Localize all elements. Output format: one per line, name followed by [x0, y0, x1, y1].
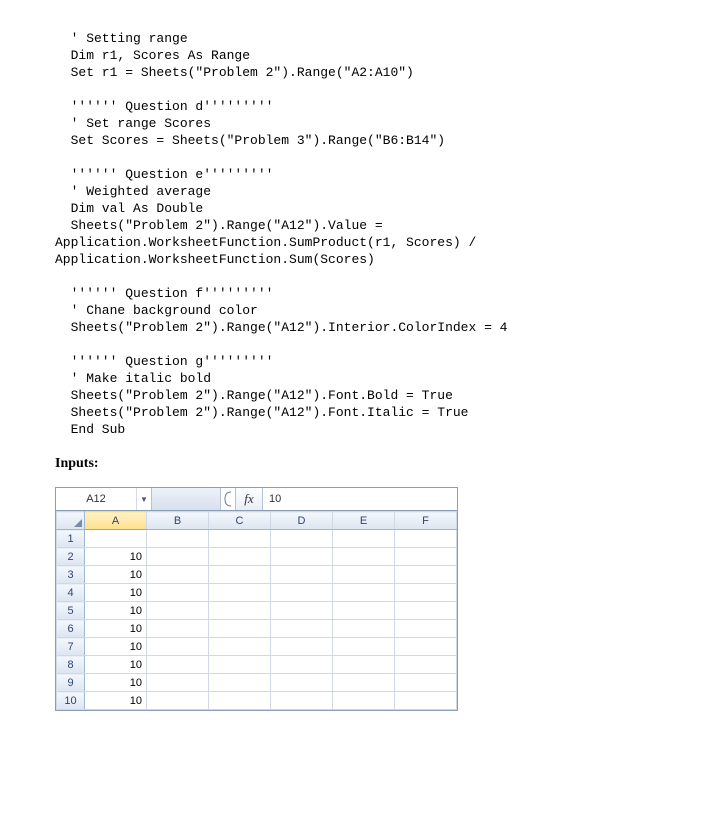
name-box[interactable]: A12 ▼	[56, 488, 152, 510]
inputs-heading: Inputs:	[55, 456, 654, 472]
cell[interactable]: 10	[85, 638, 147, 656]
cell[interactable]	[333, 656, 395, 674]
fx-icon[interactable]: fx	[236, 488, 263, 510]
cell[interactable]	[271, 656, 333, 674]
cell[interactable]	[85, 530, 147, 548]
cell[interactable]	[395, 566, 457, 584]
cell[interactable]	[333, 584, 395, 602]
cell[interactable]	[395, 638, 457, 656]
sheet-grid: A B C D E F 1210310410510610710810910101…	[56, 511, 457, 710]
chevron-down-icon[interactable]: ▼	[136, 488, 151, 510]
table-row: 610	[57, 620, 457, 638]
cell[interactable]: 10	[85, 692, 147, 710]
cell[interactable]	[271, 638, 333, 656]
cell[interactable]	[333, 638, 395, 656]
table-row: 510	[57, 602, 457, 620]
cell[interactable]	[271, 620, 333, 638]
formula-bar-spacer	[152, 488, 220, 510]
cell[interactable]: 10	[85, 602, 147, 620]
row-header[interactable]: 4	[57, 584, 85, 602]
table-row: 210	[57, 548, 457, 566]
cell[interactable]	[147, 620, 209, 638]
row-header[interactable]: 7	[57, 638, 85, 656]
row-header[interactable]: 3	[57, 566, 85, 584]
name-box-text: A12	[56, 493, 136, 505]
cell[interactable]	[147, 584, 209, 602]
cell[interactable]: 10	[85, 548, 147, 566]
cell[interactable]	[209, 602, 271, 620]
table-row: 810	[57, 656, 457, 674]
cell[interactable]	[271, 548, 333, 566]
cell[interactable]	[333, 548, 395, 566]
cell[interactable]	[209, 656, 271, 674]
cell[interactable]: 10	[85, 656, 147, 674]
row-header[interactable]: 10	[57, 692, 85, 710]
cell[interactable]	[209, 692, 271, 710]
row-header[interactable]: 9	[57, 674, 85, 692]
cell[interactable]	[395, 620, 457, 638]
row-header[interactable]: 5	[57, 602, 85, 620]
column-header[interactable]: C	[209, 512, 271, 530]
cell[interactable]	[147, 692, 209, 710]
cell[interactable]	[271, 674, 333, 692]
cell[interactable]: 10	[85, 620, 147, 638]
table-row: 310	[57, 566, 457, 584]
cell[interactable]	[147, 602, 209, 620]
cell[interactable]	[395, 656, 457, 674]
vba-code-block: ' Setting range Dim r1, Scores As Range …	[55, 30, 654, 438]
cell[interactable]	[209, 674, 271, 692]
table-row: 710	[57, 638, 457, 656]
cell[interactable]	[209, 530, 271, 548]
cell[interactable]	[395, 602, 457, 620]
cell[interactable]	[395, 674, 457, 692]
table-row: 910	[57, 674, 457, 692]
row-header[interactable]: 1	[57, 530, 85, 548]
cell[interactable]	[271, 602, 333, 620]
cell[interactable]	[147, 530, 209, 548]
cell[interactable]	[147, 566, 209, 584]
cell[interactable]	[147, 656, 209, 674]
cell[interactable]: 10	[85, 674, 147, 692]
table-row: 1	[57, 530, 457, 548]
cell[interactable]: 10	[85, 566, 147, 584]
column-header[interactable]: D	[271, 512, 333, 530]
row-header[interactable]: 6	[57, 620, 85, 638]
cell[interactable]	[271, 692, 333, 710]
cell[interactable]	[395, 584, 457, 602]
cell[interactable]	[271, 530, 333, 548]
cell[interactable]	[209, 638, 271, 656]
column-header[interactable]: F	[395, 512, 457, 530]
cell[interactable]	[209, 566, 271, 584]
cell[interactable]	[333, 602, 395, 620]
cell[interactable]	[395, 548, 457, 566]
cell[interactable]	[147, 548, 209, 566]
cell[interactable]	[333, 692, 395, 710]
cell[interactable]	[147, 674, 209, 692]
formula-input[interactable]: 10	[263, 488, 457, 510]
cell[interactable]	[333, 566, 395, 584]
cell[interactable]	[209, 548, 271, 566]
column-header[interactable]: A	[85, 512, 147, 530]
cell[interactable]	[333, 530, 395, 548]
cell[interactable]	[395, 530, 457, 548]
formula-bar: A12 ▼ fx 10	[56, 488, 457, 511]
cell[interactable]: 10	[85, 584, 147, 602]
expand-formula-bar-icon[interactable]	[220, 488, 236, 510]
select-all-corner[interactable]	[57, 512, 85, 530]
table-row: 1010	[57, 692, 457, 710]
cell[interactable]	[333, 620, 395, 638]
cell[interactable]	[209, 620, 271, 638]
spreadsheet: A12 ▼ fx 10 A B C D E F 1210310410510610…	[55, 487, 458, 711]
column-header[interactable]: B	[147, 512, 209, 530]
cell[interactable]	[209, 584, 271, 602]
cell[interactable]	[395, 692, 457, 710]
cell[interactable]	[147, 638, 209, 656]
row-header[interactable]: 2	[57, 548, 85, 566]
cell[interactable]	[271, 584, 333, 602]
cell[interactable]	[333, 674, 395, 692]
cell[interactable]	[271, 566, 333, 584]
column-header[interactable]: E	[333, 512, 395, 530]
row-header[interactable]: 8	[57, 656, 85, 674]
table-row: 410	[57, 584, 457, 602]
